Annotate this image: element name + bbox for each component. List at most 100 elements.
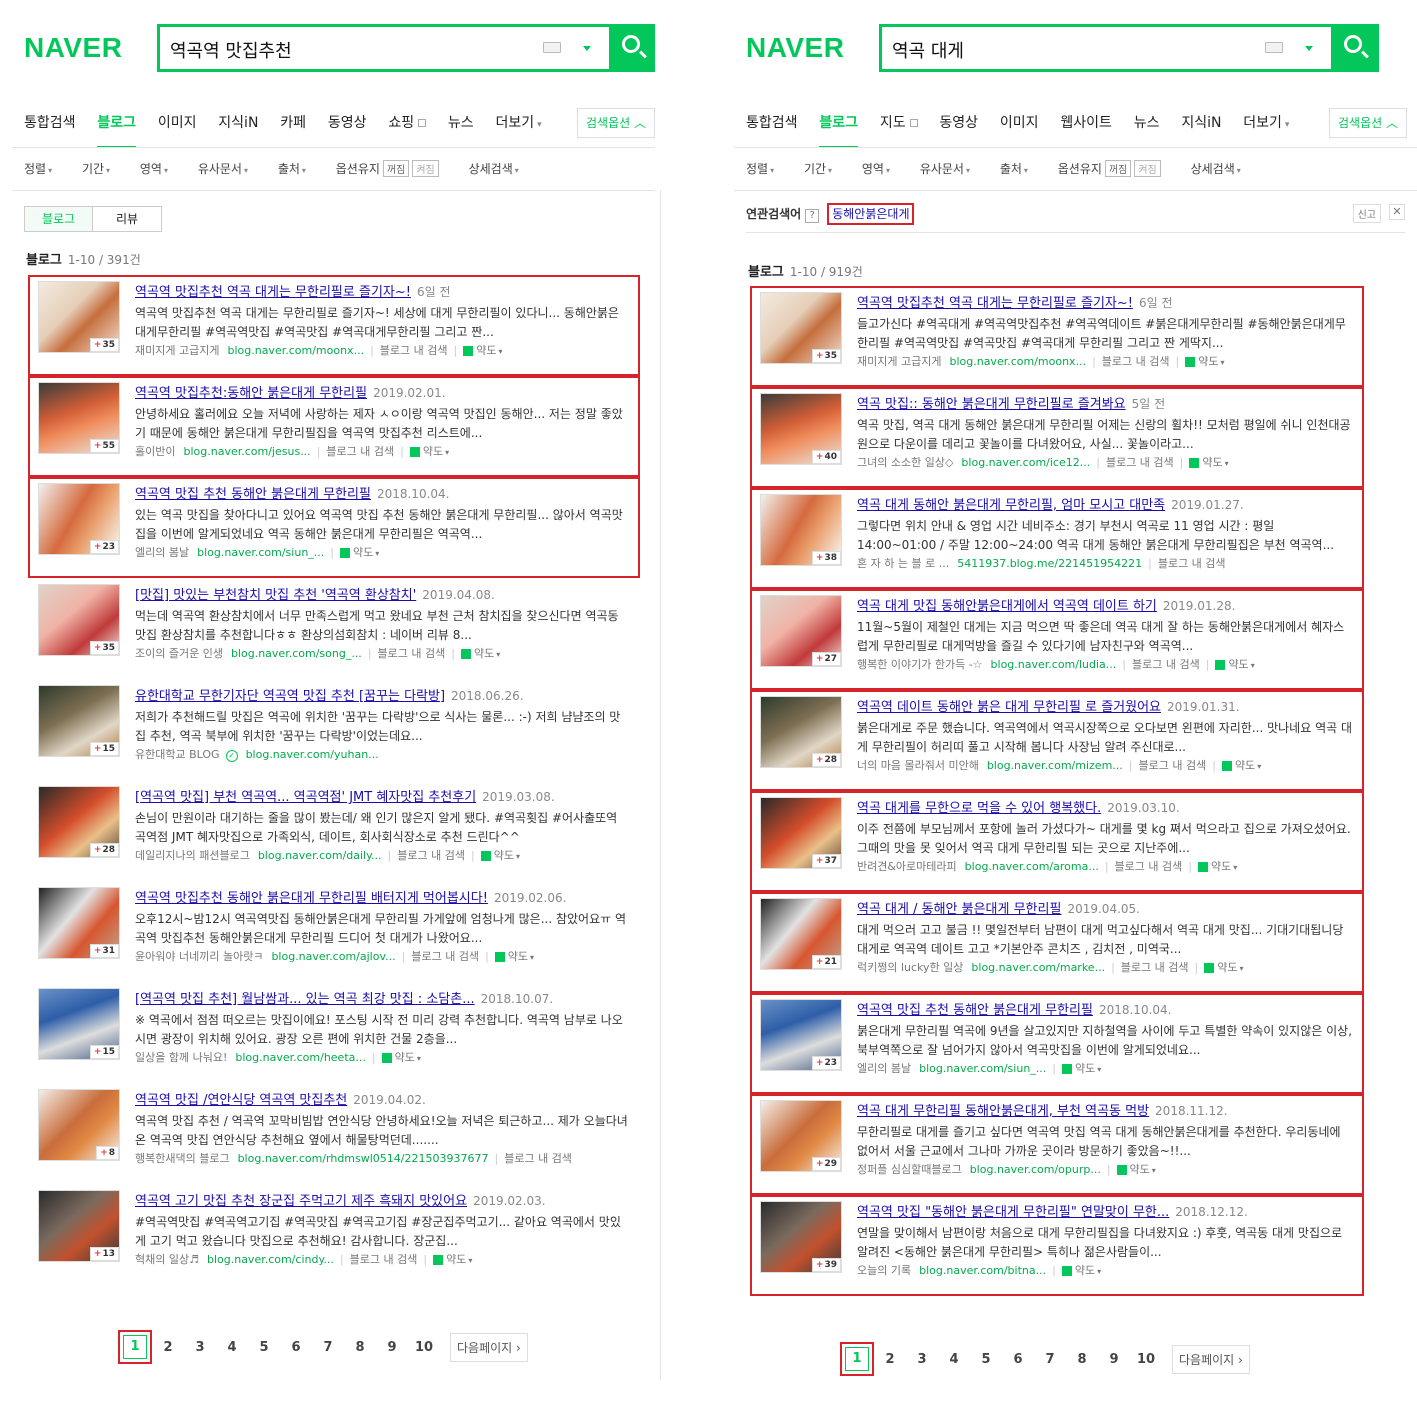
map-link[interactable]: 약도	[1130, 1163, 1150, 1176]
page-link[interactable]: 3	[184, 1340, 216, 1355]
map-link[interactable]: 약도	[1075, 1264, 1095, 1277]
result-thumbnail[interactable]: +35	[38, 281, 120, 353]
filter-advanced[interactable]: 상세검색 ▾	[1191, 162, 1241, 176]
search-options-button[interactable]: 검색옵션 ︿	[576, 108, 655, 138]
keyboard-icon[interactable]	[543, 42, 561, 53]
result-thumbnail[interactable]: +40	[760, 393, 842, 465]
search-input[interactable]: 역곡 대게	[879, 24, 1334, 72]
result-title-link[interactable]: 역곡역 맛집 /연안식당 역곡역 맛집추천	[135, 1093, 347, 1108]
blog-author[interactable]: 혁채의 일상♬	[135, 1253, 199, 1266]
filter-similar[interactable]: 유사문서 ▾	[198, 162, 248, 176]
result-thumbnail[interactable]: +55	[38, 382, 120, 454]
page-link[interactable]: 9	[376, 1340, 408, 1355]
tab-image[interactable]: 이미지	[158, 108, 197, 148]
page-link[interactable]: 9	[1098, 1352, 1130, 1367]
result-title-link[interactable]: 역곡역 맛집 "동해안 붉은대게 무한리필" 연말맞이 무한...	[857, 1205, 1169, 1220]
page-link[interactable]: 8	[1066, 1352, 1098, 1367]
blog-url[interactable]: blog.naver.com/moonx...	[227, 344, 364, 357]
blog-author[interactable]: 행복한새댁의 블로그	[135, 1152, 230, 1165]
search-in-blog-link[interactable]: 블로그 내 검색	[1106, 456, 1174, 469]
result-title-link[interactable]: 역곡 대게 맛집 동해안붉은대게에서 역곡역 데이트 하기	[857, 599, 1157, 614]
report-button[interactable]: 신고	[1352, 204, 1381, 223]
tab-video[interactable]: 동영상	[939, 108, 978, 148]
result-thumbnail[interactable]: +29	[760, 1100, 842, 1172]
map-link[interactable]: 약도	[508, 950, 528, 963]
blog-author[interactable]: 반려견&아로마테라피	[857, 860, 957, 873]
related-keyword[interactable]: 동해안붉은대게	[827, 203, 915, 225]
blog-author[interactable]: 오늘의 기록	[857, 1264, 911, 1277]
search-in-blog-link[interactable]: 블로그 내 검색	[397, 849, 465, 862]
result-title-link[interactable]: 유한대학교 무한기자단 역곡역 맛집 추천 [꿈꾸는 다락방]	[135, 689, 445, 704]
blog-author[interactable]: 엘리의 봄날	[135, 546, 189, 559]
blog-author[interactable]: 조이의 즐거운 인생	[135, 647, 223, 660]
result-thumbnail[interactable]: +23	[760, 999, 842, 1071]
search-in-blog-link[interactable]: 블로그 내 검색	[1139, 759, 1207, 772]
blog-url[interactable]: blog.naver.com/cindy...	[207, 1253, 334, 1266]
keyboard-icon[interactable]	[1265, 42, 1283, 53]
result-title-link[interactable]: 역곡역 데이트 동해안 붉은 대게 무한리필 로 즐거웠어요	[857, 700, 1161, 715]
blog-url[interactable]: blog.naver.com/bitna...	[919, 1264, 1046, 1277]
page-current[interactable]: 1	[840, 1342, 874, 1376]
result-title-link[interactable]: 역곡역 맛집 추천 동해안 붉은대게 무한리필	[857, 1003, 1093, 1018]
result-thumbnail[interactable]: +35	[38, 584, 120, 656]
blog-url[interactable]: blog.naver.com/ice12...	[961, 456, 1090, 469]
tab-map[interactable]: 지도	[880, 108, 918, 148]
search-in-blog-link[interactable]: 블로그 내 검색	[1115, 860, 1183, 873]
search-in-blog-link[interactable]: 블로그 내 검색	[1121, 961, 1189, 974]
blog-url[interactable]: blog.naver.com/ajlov...	[271, 950, 395, 963]
tab-blog[interactable]: 블로그	[819, 108, 858, 148]
result-title-link[interactable]: 역곡역 맛집추천 동해안 붉은대게 무한리필 배터지게 먹어봅시다!	[135, 891, 488, 906]
map-link[interactable]: 약도	[474, 647, 494, 660]
map-link[interactable]: 약도	[446, 1253, 466, 1266]
blog-author[interactable]: 데일리지나의 패션블로그	[135, 849, 250, 862]
search-button[interactable]	[609, 24, 655, 72]
autocomplete-toggle-icon[interactable]	[1305, 46, 1313, 51]
blog-url[interactable]: blog.naver.com/aroma...	[965, 860, 1099, 873]
result-title-link[interactable]: 역곡역 맛집추천 역곡 대게는 무한리필로 즐기자~!	[857, 296, 1133, 311]
map-link[interactable]: 약도	[1228, 658, 1248, 671]
map-link[interactable]: 약도	[1198, 355, 1218, 368]
result-thumbnail[interactable]: +15	[38, 988, 120, 1060]
filter-sort[interactable]: 정렬 ▾	[746, 162, 774, 176]
page-link[interactable]: 3	[906, 1352, 938, 1367]
blog-url[interactable]: blog.naver.com/siun_...	[919, 1062, 1046, 1075]
result-title-link[interactable]: [맛집] 맛있는 부천참치 맛집 추천 '역곡역 환상참치'	[135, 588, 416, 603]
tab-video[interactable]: 동영상	[328, 108, 367, 148]
search-in-blog-link[interactable]: 블로그 내 검색	[504, 1152, 572, 1165]
blog-url[interactable]: blog.naver.com/rhdmswl0514/221503937677	[238, 1152, 489, 1165]
page-link[interactable]: 10	[408, 1340, 440, 1355]
page-link[interactable]: 6	[280, 1340, 312, 1355]
tab-image[interactable]: 이미지	[1000, 108, 1039, 148]
tab-kin[interactable]: 지식iN	[218, 108, 258, 148]
tab-integrated[interactable]: 통합검색	[24, 108, 76, 148]
result-thumbnail[interactable]: +21	[760, 898, 842, 970]
result-thumbnail[interactable]: +39	[760, 1201, 842, 1273]
search-in-blog-link[interactable]: 블로그 내 검색	[1158, 557, 1226, 570]
result-thumbnail[interactable]: +8	[38, 1089, 120, 1161]
page-link[interactable]: 7	[1034, 1352, 1066, 1367]
next-page-button[interactable]: 다음페이지 ›	[1172, 1344, 1250, 1374]
search-in-blog-link[interactable]: 블로그 내 검색	[326, 445, 394, 458]
naver-logo[interactable]: NAVER	[746, 32, 844, 64]
filter-similar[interactable]: 유사문서 ▾	[920, 162, 970, 176]
filter-period[interactable]: 기간 ▾	[804, 162, 832, 176]
page-link[interactable]: 6	[1002, 1352, 1034, 1367]
blog-url[interactable]: blog.naver.com/moonx...	[949, 355, 1086, 368]
result-thumbnail[interactable]: +13	[38, 1190, 120, 1262]
blog-author[interactable]: 재미지게 고급지게	[857, 355, 941, 368]
result-title-link[interactable]: 역곡역 맛집추천 역곡 대게는 무한리필로 즐기자~!	[135, 285, 411, 300]
page-link[interactable]: 5	[248, 1340, 280, 1355]
result-title-link[interactable]: 역곡 맛집:: 동해안 붉은대게 무한리필로 즐겨봐요	[857, 397, 1126, 412]
blog-url[interactable]: blog.naver.com/opurp...	[970, 1163, 1101, 1176]
result-title-link[interactable]: 역곡역 맛집 추천 동해안 붉은대게 무한리필	[135, 487, 371, 502]
tab-shopping[interactable]: 쇼핑	[388, 108, 427, 148]
result-title-link[interactable]: 역곡역 맛집추천:동해안 붉은대게 무한리필	[135, 386, 367, 401]
blog-url[interactable]: blog.naver.com/daily...	[258, 849, 382, 862]
page-link[interactable]: 4	[216, 1340, 248, 1355]
map-link[interactable]: 약도	[353, 546, 373, 559]
result-title-link[interactable]: 역곡 대게를 무한으로 먹을 수 있어 행복했다.	[857, 801, 1101, 816]
blog-author[interactable]: 홀이반이	[135, 445, 175, 458]
blog-author[interactable]: 혼 자 하 는 블 로 ...	[857, 557, 949, 570]
blog-url[interactable]: blog.naver.com/mizem...	[987, 759, 1123, 772]
filter-area[interactable]: 영역 ▾	[140, 162, 168, 176]
